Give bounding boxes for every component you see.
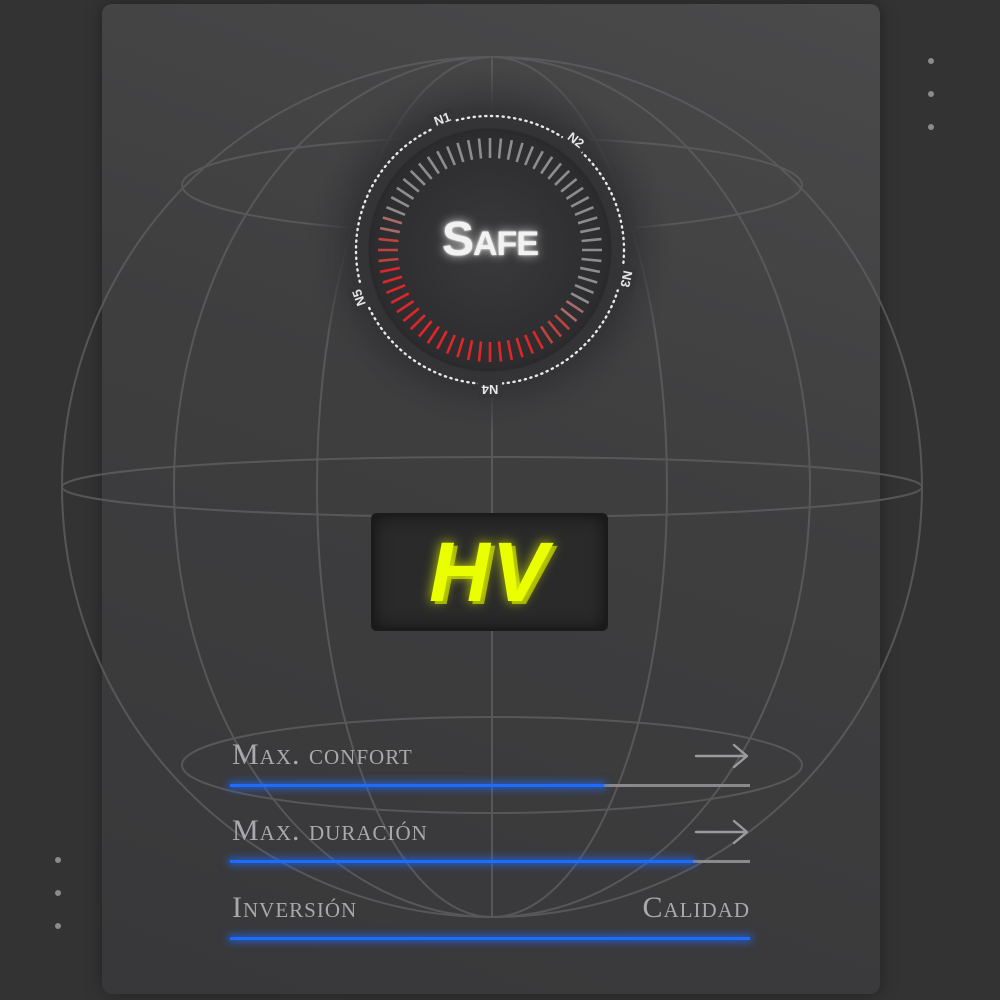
progress-track (230, 784, 750, 787)
option-max-duracion[interactable]: Max. duración (230, 814, 750, 874)
dots-menu-icon[interactable] (55, 857, 63, 956)
mode-badge-label: HV (429, 524, 550, 619)
option-label: Max. confort (232, 738, 413, 771)
mode-badge: HV (371, 513, 608, 631)
progress-fill (230, 937, 750, 940)
dots-menu-icon[interactable] (928, 58, 936, 157)
progress-fill (230, 784, 605, 787)
option-right-label: Calidad (642, 891, 750, 924)
dial-status-label: Safe (441, 213, 539, 266)
dial-marker-n4: N4 (481, 382, 498, 397)
arrow-right-icon[interactable] (694, 742, 750, 770)
progress-track (230, 860, 750, 863)
option-max-confort[interactable]: Max. confort (230, 738, 750, 798)
option-label: Max. duración (232, 814, 428, 847)
arrow-right-icon[interactable] (694, 818, 750, 846)
progress-fill (230, 860, 693, 863)
option-label: Inversión (232, 891, 358, 924)
option-inversion-calidad[interactable]: Inversión Calidad (230, 891, 750, 951)
progress-track (230, 937, 750, 940)
